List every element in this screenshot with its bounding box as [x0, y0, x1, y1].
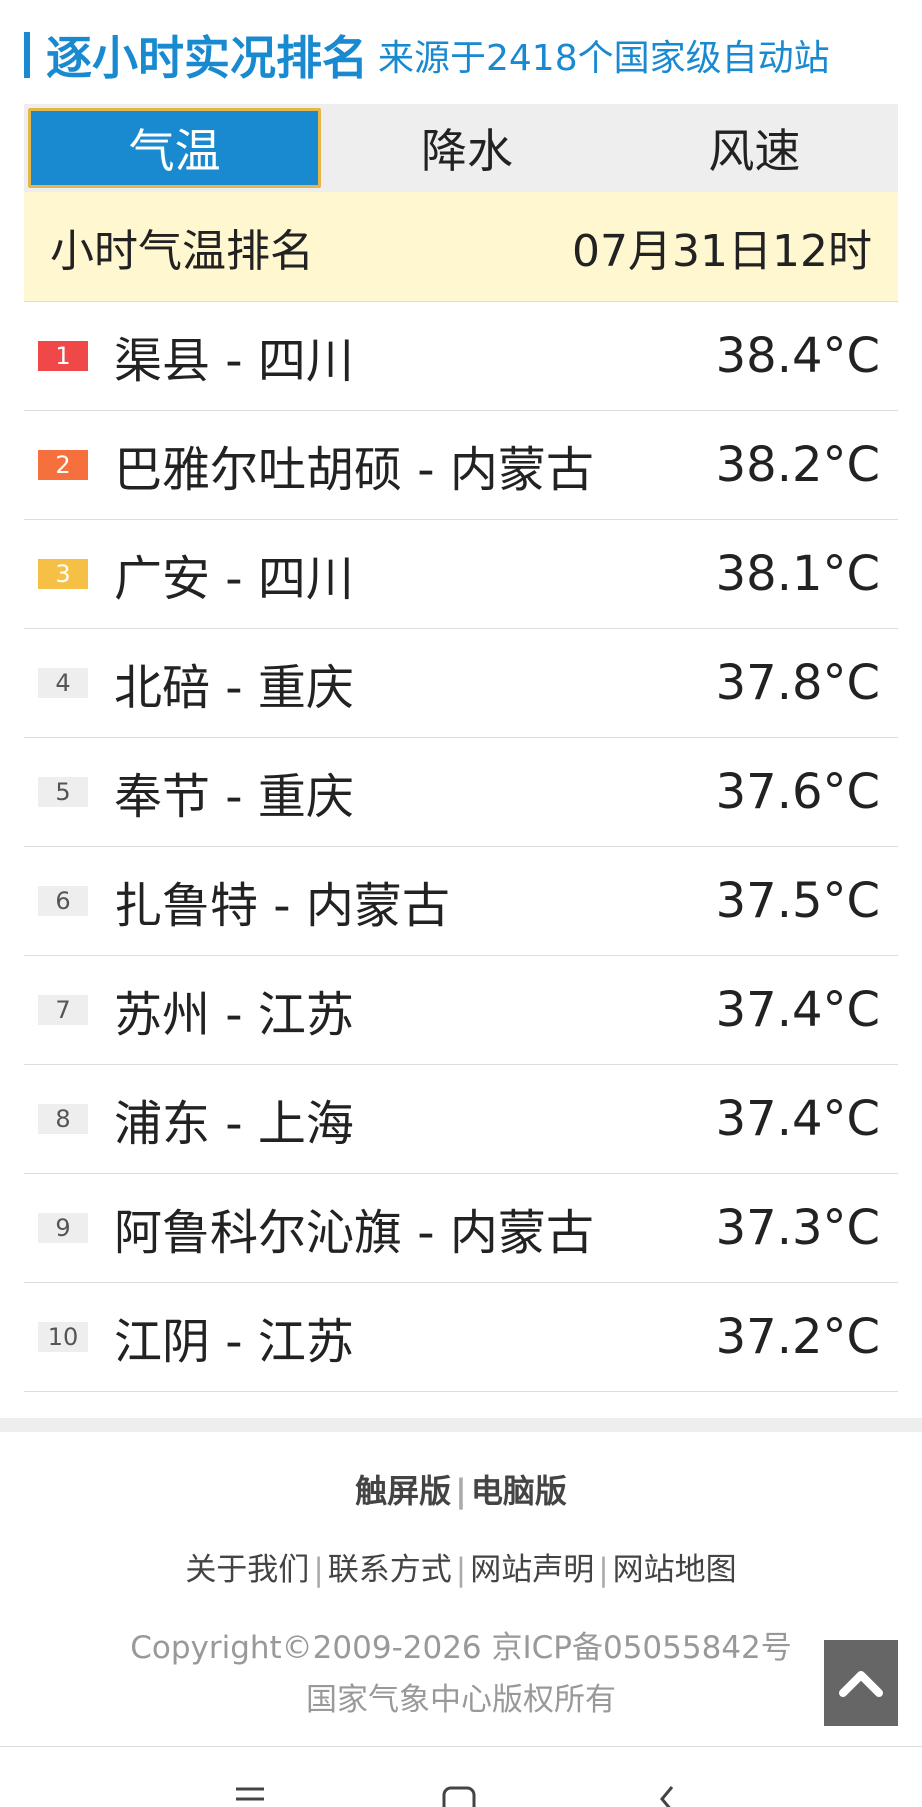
rank-badge: 7	[38, 995, 88, 1025]
list-item[interactable]: 9 阿鲁科尔沁旗 - 内蒙古 37.3°C	[24, 1174, 898, 1283]
separator: |	[455, 1552, 467, 1588]
station-name: 扎鲁特 - 内蒙古	[114, 878, 450, 934]
header-accent-bar	[24, 32, 30, 78]
tab-precipitation[interactable]: 降水	[323, 104, 610, 192]
rank-badge: 2	[38, 450, 88, 480]
list-item[interactable]: 7 苏州 - 江苏 37.4°C	[24, 956, 898, 1065]
home-icon	[442, 1786, 476, 1807]
temperature-value: 37.2°C	[715, 1309, 880, 1365]
station-name: 渠县 - 四川	[114, 333, 354, 389]
list-item[interactable]: 2 巴雅尔吐胡硕 - 内蒙古 38.2°C	[24, 411, 898, 520]
station-name: 浦东 - 上海	[114, 1096, 354, 1152]
tab-wind-speed[interactable]: 风速	[611, 104, 898, 192]
station-name: 奉节 - 重庆	[114, 769, 354, 825]
rank-badge: 10	[38, 1322, 88, 1352]
ranking-time: 07月31日12时	[572, 225, 872, 277]
station-name: 北碚 - 重庆	[114, 660, 354, 716]
list-item[interactable]: 6 扎鲁特 - 内蒙古 37.5°C	[24, 847, 898, 956]
temperature-value: 38.2°C	[715, 437, 880, 493]
rank-badge: 5	[38, 777, 88, 807]
rank-badge: 4	[38, 668, 88, 698]
station-name: 苏州 - 江苏	[114, 987, 354, 1043]
temperature-value: 37.4°C	[715, 982, 880, 1038]
separator: |	[313, 1552, 324, 1588]
separator: |	[455, 1472, 467, 1510]
rank-badge: 1	[38, 341, 88, 371]
temperature-value: 37.4°C	[715, 1091, 880, 1147]
back-icon	[660, 1786, 674, 1807]
temperature-value: 37.6°C	[715, 764, 880, 820]
list-item[interactable]: 4 北碚 - 重庆 37.8°C	[24, 629, 898, 738]
station-name: 巴雅尔吐胡硕 - 内蒙古	[114, 442, 594, 498]
category-tabs: 气温 降水 风速	[24, 104, 898, 192]
list-item[interactable]: 1 渠县 - 四川 38.4°C	[24, 302, 898, 411]
touch-version-link[interactable]: 触屏版	[355, 1472, 451, 1510]
contact-link[interactable]: 联系方式	[328, 1552, 452, 1588]
list-item[interactable]: 8 浦东 - 上海 37.4°C	[24, 1065, 898, 1174]
footer-links: 关于我们 | 联系方式 | 网站声明 | 网站地图	[0, 1544, 922, 1589]
temperature-value: 38.1°C	[715, 546, 880, 602]
home-button[interactable]	[440, 1785, 480, 1807]
system-nav-bar	[0, 1746, 922, 1807]
data-source-text: 来源于2418个国家级自动站	[378, 38, 830, 79]
about-us-link[interactable]: 关于我们	[185, 1552, 309, 1588]
list-item[interactable]: 5 奉节 - 重庆 37.6°C	[24, 738, 898, 847]
separator: |	[598, 1552, 609, 1588]
copyright-text: Copyright©2009-2026 京ICP备05055842号	[130, 1630, 792, 1666]
version-switcher: 触屏版 | 电脑版	[0, 1466, 922, 1512]
station-name: 广安 - 四川	[114, 551, 354, 607]
temperature-value: 37.3°C	[715, 1200, 880, 1256]
rank-badge: 9	[38, 1213, 88, 1243]
list-item[interactable]: 10 江阴 - 江苏 37.2°C	[24, 1283, 898, 1392]
list-item[interactable]: 3 广安 - 四川 38.1°C	[24, 520, 898, 629]
page-header: 逐小时实况排名 来源于2418个国家级自动站	[24, 24, 898, 86]
temperature-value: 37.5°C	[715, 873, 880, 929]
rank-badge: 8	[38, 1104, 88, 1134]
sitemap-link[interactable]: 网站地图	[613, 1552, 737, 1588]
temperature-value: 37.8°C	[715, 655, 880, 711]
ranking-info-bar: 小时气温排名 07月31日12时	[24, 192, 898, 302]
station-name: 江阴 - 江苏	[114, 1314, 354, 1370]
ranking-label: 小时气温排名	[50, 225, 314, 277]
page-title: 逐小时实况排名	[46, 31, 368, 85]
menu-icon	[236, 1787, 264, 1801]
tab-temperature[interactable]: 气温	[28, 108, 322, 188]
menu-button[interactable]	[230, 1785, 270, 1807]
rank-badge: 3	[38, 559, 88, 589]
back-button[interactable]	[650, 1785, 690, 1807]
footer-divider	[0, 1418, 922, 1432]
chevron-up-icon	[839, 1671, 883, 1697]
owner-text: 国家气象中心版权所有	[306, 1682, 616, 1718]
rank-badge: 6	[38, 886, 88, 916]
desktop-version-link[interactable]: 电脑版	[471, 1472, 567, 1510]
station-name: 阿鲁科尔沁旗 - 内蒙古	[114, 1205, 594, 1261]
back-to-top-button[interactable]	[824, 1640, 898, 1726]
temperature-value: 38.4°C	[715, 328, 880, 384]
site-statement-link[interactable]: 网站声明	[470, 1552, 594, 1588]
ranking-list: 1 渠县 - 四川 38.4°C 2 巴雅尔吐胡硕 - 内蒙古 38.2°C 3…	[24, 302, 898, 1392]
